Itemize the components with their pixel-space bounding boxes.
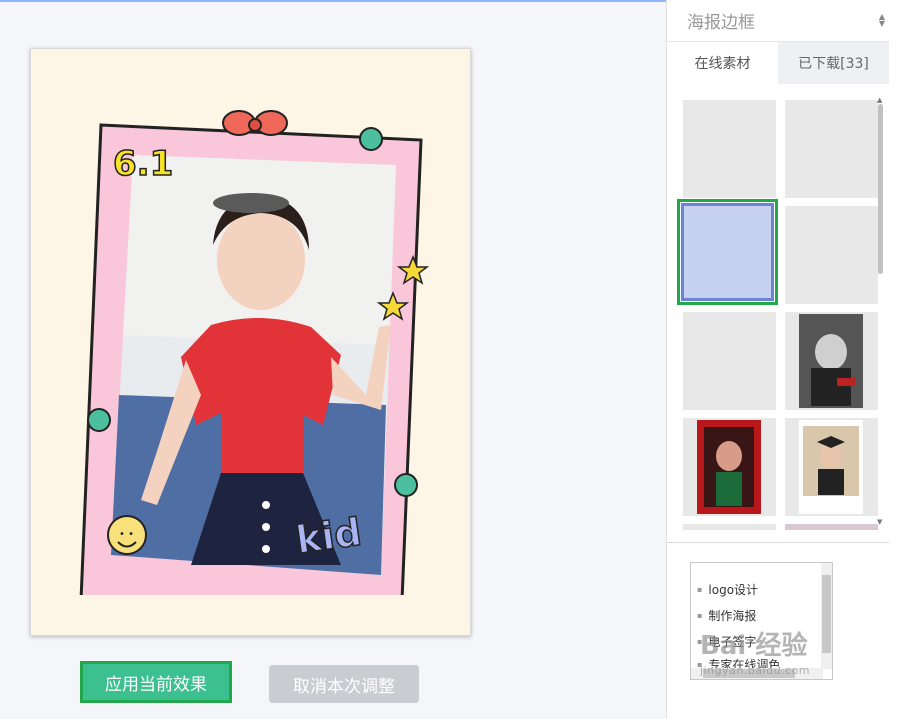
- list-item-logo-design[interactable]: logo设计: [697, 581, 758, 598]
- svg-text:• •: • •: [119, 529, 134, 540]
- frame-text-bottom: kid: [293, 509, 365, 563]
- scroll-up-icon[interactable]: ▲: [877, 96, 882, 104]
- frame-thumbnail[interactable]: [683, 100, 776, 198]
- frame-thumbnail[interactable]: [785, 206, 878, 304]
- frame-thumbnail[interactable]: [785, 312, 878, 410]
- bw-portrait-thumbnail-image: [799, 314, 863, 408]
- frame-thumbnail-grid: [667, 84, 889, 530]
- material-tabs: 在线素材 已下载[33]: [667, 42, 889, 84]
- category-dropdown[interactable]: 海报边框 ▲ ▼: [667, 0, 889, 42]
- grid-scrollbar[interactable]: ▲ ▼: [876, 96, 884, 526]
- category-dropdown-label: 海报边框: [687, 13, 755, 33]
- frame-thumbnail[interactable]: [785, 100, 878, 198]
- panel-divider: [667, 542, 889, 543]
- poster-preview-canvas[interactable]: • • 6.1 kid: [30, 48, 471, 636]
- scroll-down-icon[interactable]: ▼: [877, 518, 882, 526]
- frame-text-top: 6.1: [112, 143, 174, 185]
- frame-thumbnail[interactable]: [683, 524, 776, 530]
- red-frame-thumbnail-image: [697, 420, 761, 514]
- cancel-adjustment-button[interactable]: 取消本次调整: [269, 665, 419, 703]
- material-panel: 海报边框 ▲ ▼ 在线素材 已下载[33] ▲ ▼ ▪ logo设计 ▪ 制作海…: [666, 0, 897, 719]
- grid-scrollbar-thumb[interactable]: [878, 104, 883, 274]
- apply-effect-button[interactable]: 应用当前效果: [80, 661, 232, 703]
- select-arrows-icon: ▲ ▼: [878, 12, 885, 28]
- list-horizontal-scrollbar[interactable]: [691, 668, 823, 679]
- frame-thumbnail[interactable]: [683, 312, 776, 410]
- graduation-thumbnail-image: [799, 420, 863, 514]
- frame-thumbnail-selected[interactable]: [677, 199, 778, 305]
- list-vertical-scrollbar[interactable]: [821, 563, 832, 669]
- tab-online-materials[interactable]: 在线素材: [667, 42, 778, 84]
- frame-thumbnail[interactable]: [785, 418, 878, 516]
- poster-frame-image: • •: [79, 110, 430, 595]
- tab-downloaded[interactable]: 已下载[33]: [778, 42, 889, 84]
- list-item-make-poster[interactable]: 制作海报: [697, 607, 756, 624]
- list-item-e-signature[interactable]: 电子签字: [697, 633, 756, 650]
- frame-thumbnail[interactable]: [785, 524, 878, 530]
- tools-list: logo设计 制作海报 电子签字 专家在线调色: [690, 562, 833, 680]
- frame-thumbnail[interactable]: [683, 418, 776, 516]
